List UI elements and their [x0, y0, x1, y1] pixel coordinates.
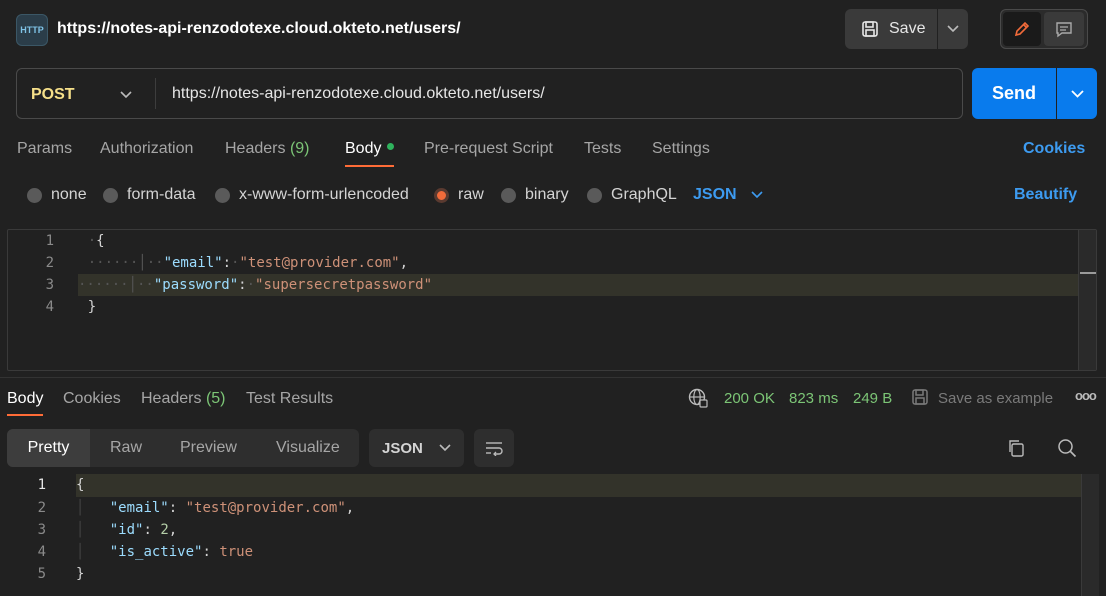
- tab-authorization[interactable]: Authorization: [100, 140, 193, 158]
- send-button[interactable]: Send: [972, 68, 1056, 119]
- cookies-link[interactable]: Cookies: [1023, 140, 1085, 158]
- view-preview-button[interactable]: Preview: [180, 429, 237, 467]
- comment-icon: [1056, 22, 1072, 38]
- body-type-graphql[interactable]: GraphQL: [587, 186, 677, 204]
- tab-settings[interactable]: Settings: [652, 140, 710, 158]
- chevron-down-icon: [947, 25, 959, 33]
- tab-headers[interactable]: Headers (9): [225, 140, 310, 158]
- code-line: 3 │ "id": 2,: [37, 522, 178, 538]
- edit-mode-button[interactable]: [1003, 12, 1041, 46]
- radio-icon: [501, 187, 516, 203]
- url-divider: [155, 78, 156, 109]
- radio-icon: [215, 187, 230, 203]
- code-line: 1 ·{: [45, 233, 105, 249]
- active-tab-indicator: [345, 165, 394, 167]
- raw-format-select[interactable]: JSON: [693, 186, 763, 204]
- code-line-current: 1{: [0, 474, 1106, 497]
- body-type-raw[interactable]: raw: [434, 186, 484, 204]
- method-chevron-down-icon[interactable]: [119, 86, 133, 103]
- body-type-urlencoded[interactable]: x-www-form-urlencoded: [215, 186, 409, 204]
- radio-label: x-www-form-urlencoded: [239, 186, 409, 203]
- send-options-button[interactable]: [1057, 68, 1097, 119]
- code-line: 4 │ "is_active": true: [37, 544, 254, 560]
- body-type-form-data[interactable]: form-data: [103, 186, 195, 204]
- radio-selected-icon: [434, 187, 449, 203]
- chevron-down-icon: [439, 444, 451, 452]
- tab-headers-count: (9): [289, 140, 310, 157]
- code-line: 5}: [37, 566, 85, 582]
- radio-icon: [103, 187, 118, 203]
- beautify-link[interactable]: Beautify: [1014, 186, 1077, 204]
- response-time[interactable]: 823 ms: [789, 390, 838, 407]
- radio-label: form-data: [127, 186, 196, 203]
- code-line: 2 │ "email": "test@provider.com",: [37, 500, 355, 516]
- response-headers-count: (5): [205, 390, 226, 407]
- save-icon: [862, 21, 878, 37]
- response-tab-body[interactable]: Body: [7, 390, 43, 408]
- wrap-lines-icon: [486, 442, 503, 456]
- request-title[interactable]: https://notes-api-renzodotexe.cloud.okte…: [57, 20, 461, 38]
- comments-button[interactable]: [1044, 12, 1084, 46]
- search-icon[interactable]: [1057, 438, 1077, 462]
- response-viewer-scrollbar[interactable]: [1081, 474, 1099, 596]
- pane-splitter[interactable]: [0, 377, 1106, 378]
- wrap-lines-button[interactable]: [474, 429, 514, 467]
- http-request-icon: HTTP: [16, 14, 48, 46]
- save-button[interactable]: Save: [845, 9, 937, 49]
- url-input[interactable]: [172, 85, 952, 103]
- tab-body[interactable]: Body: [345, 140, 395, 158]
- radio-label: none: [51, 186, 87, 203]
- view-pretty-button[interactable]: Pretty: [7, 429, 90, 467]
- save-example-icon: [911, 388, 929, 410]
- request-editor-scrollbar[interactable]: [1078, 230, 1096, 370]
- pencil-icon: [1014, 21, 1030, 37]
- response-headers-label: Headers: [141, 390, 202, 407]
- raw-format-label: JSON: [693, 186, 737, 203]
- response-size[interactable]: 249 B: [853, 390, 892, 407]
- code-line: 4 }: [45, 299, 97, 315]
- tab-headers-label: Headers: [225, 140, 286, 157]
- code-line-current: 3 ······│··"password":·"supersecretpasswo…: [8, 274, 1078, 296]
- status-code[interactable]: 200 OK: [724, 390, 775, 407]
- more-options-icon[interactable]: ooo: [1075, 388, 1097, 403]
- response-active-tab-indicator: [7, 414, 43, 416]
- save-label: Save: [889, 20, 926, 37]
- request-code[interactable]: 1 ·{ 2 ······│··"email":·"test@provider.…: [8, 230, 1078, 318]
- save-options-button[interactable]: [938, 9, 968, 49]
- network-globe-icon[interactable]: [688, 388, 708, 412]
- body-type-none[interactable]: none: [27, 186, 87, 204]
- view-visualize-button[interactable]: Visualize: [276, 429, 340, 467]
- code-line: 2 ······│··"email":·"test@provider.com",: [45, 255, 409, 271]
- response-body-viewer[interactable]: 1{ 2 │ "email": "test@provider.com", 3 │ "…: [0, 474, 1106, 596]
- response-tab-test-results[interactable]: Test Results: [246, 390, 333, 408]
- radio-label: raw: [458, 186, 484, 203]
- tab-body-label: Body: [345, 140, 382, 157]
- radio-label: GraphQL: [611, 186, 677, 203]
- response-format-label: JSON: [382, 439, 423, 457]
- body-modified-dot: [387, 143, 395, 151]
- view-raw-button[interactable]: Raw: [110, 429, 142, 467]
- response-tab-cookies[interactable]: Cookies: [63, 390, 121, 408]
- method-select[interactable]: POST: [31, 86, 75, 104]
- tab-tests[interactable]: Tests: [584, 140, 621, 158]
- chevron-down-icon: [1070, 89, 1084, 98]
- radio-label: binary: [525, 186, 569, 203]
- chevron-down-icon: [751, 191, 763, 199]
- tab-params[interactable]: Params: [17, 140, 72, 158]
- response-tab-headers[interactable]: Headers (5): [141, 390, 226, 408]
- tab-prerequest-script[interactable]: Pre-request Script: [424, 140, 553, 158]
- radio-icon: [587, 187, 602, 203]
- copy-icon[interactable]: [1006, 438, 1026, 462]
- save-as-example-button[interactable]: Save as example: [938, 390, 1053, 407]
- response-format-select[interactable]: JSON: [369, 429, 464, 467]
- radio-icon: [27, 187, 42, 203]
- body-type-binary[interactable]: binary: [501, 186, 569, 204]
